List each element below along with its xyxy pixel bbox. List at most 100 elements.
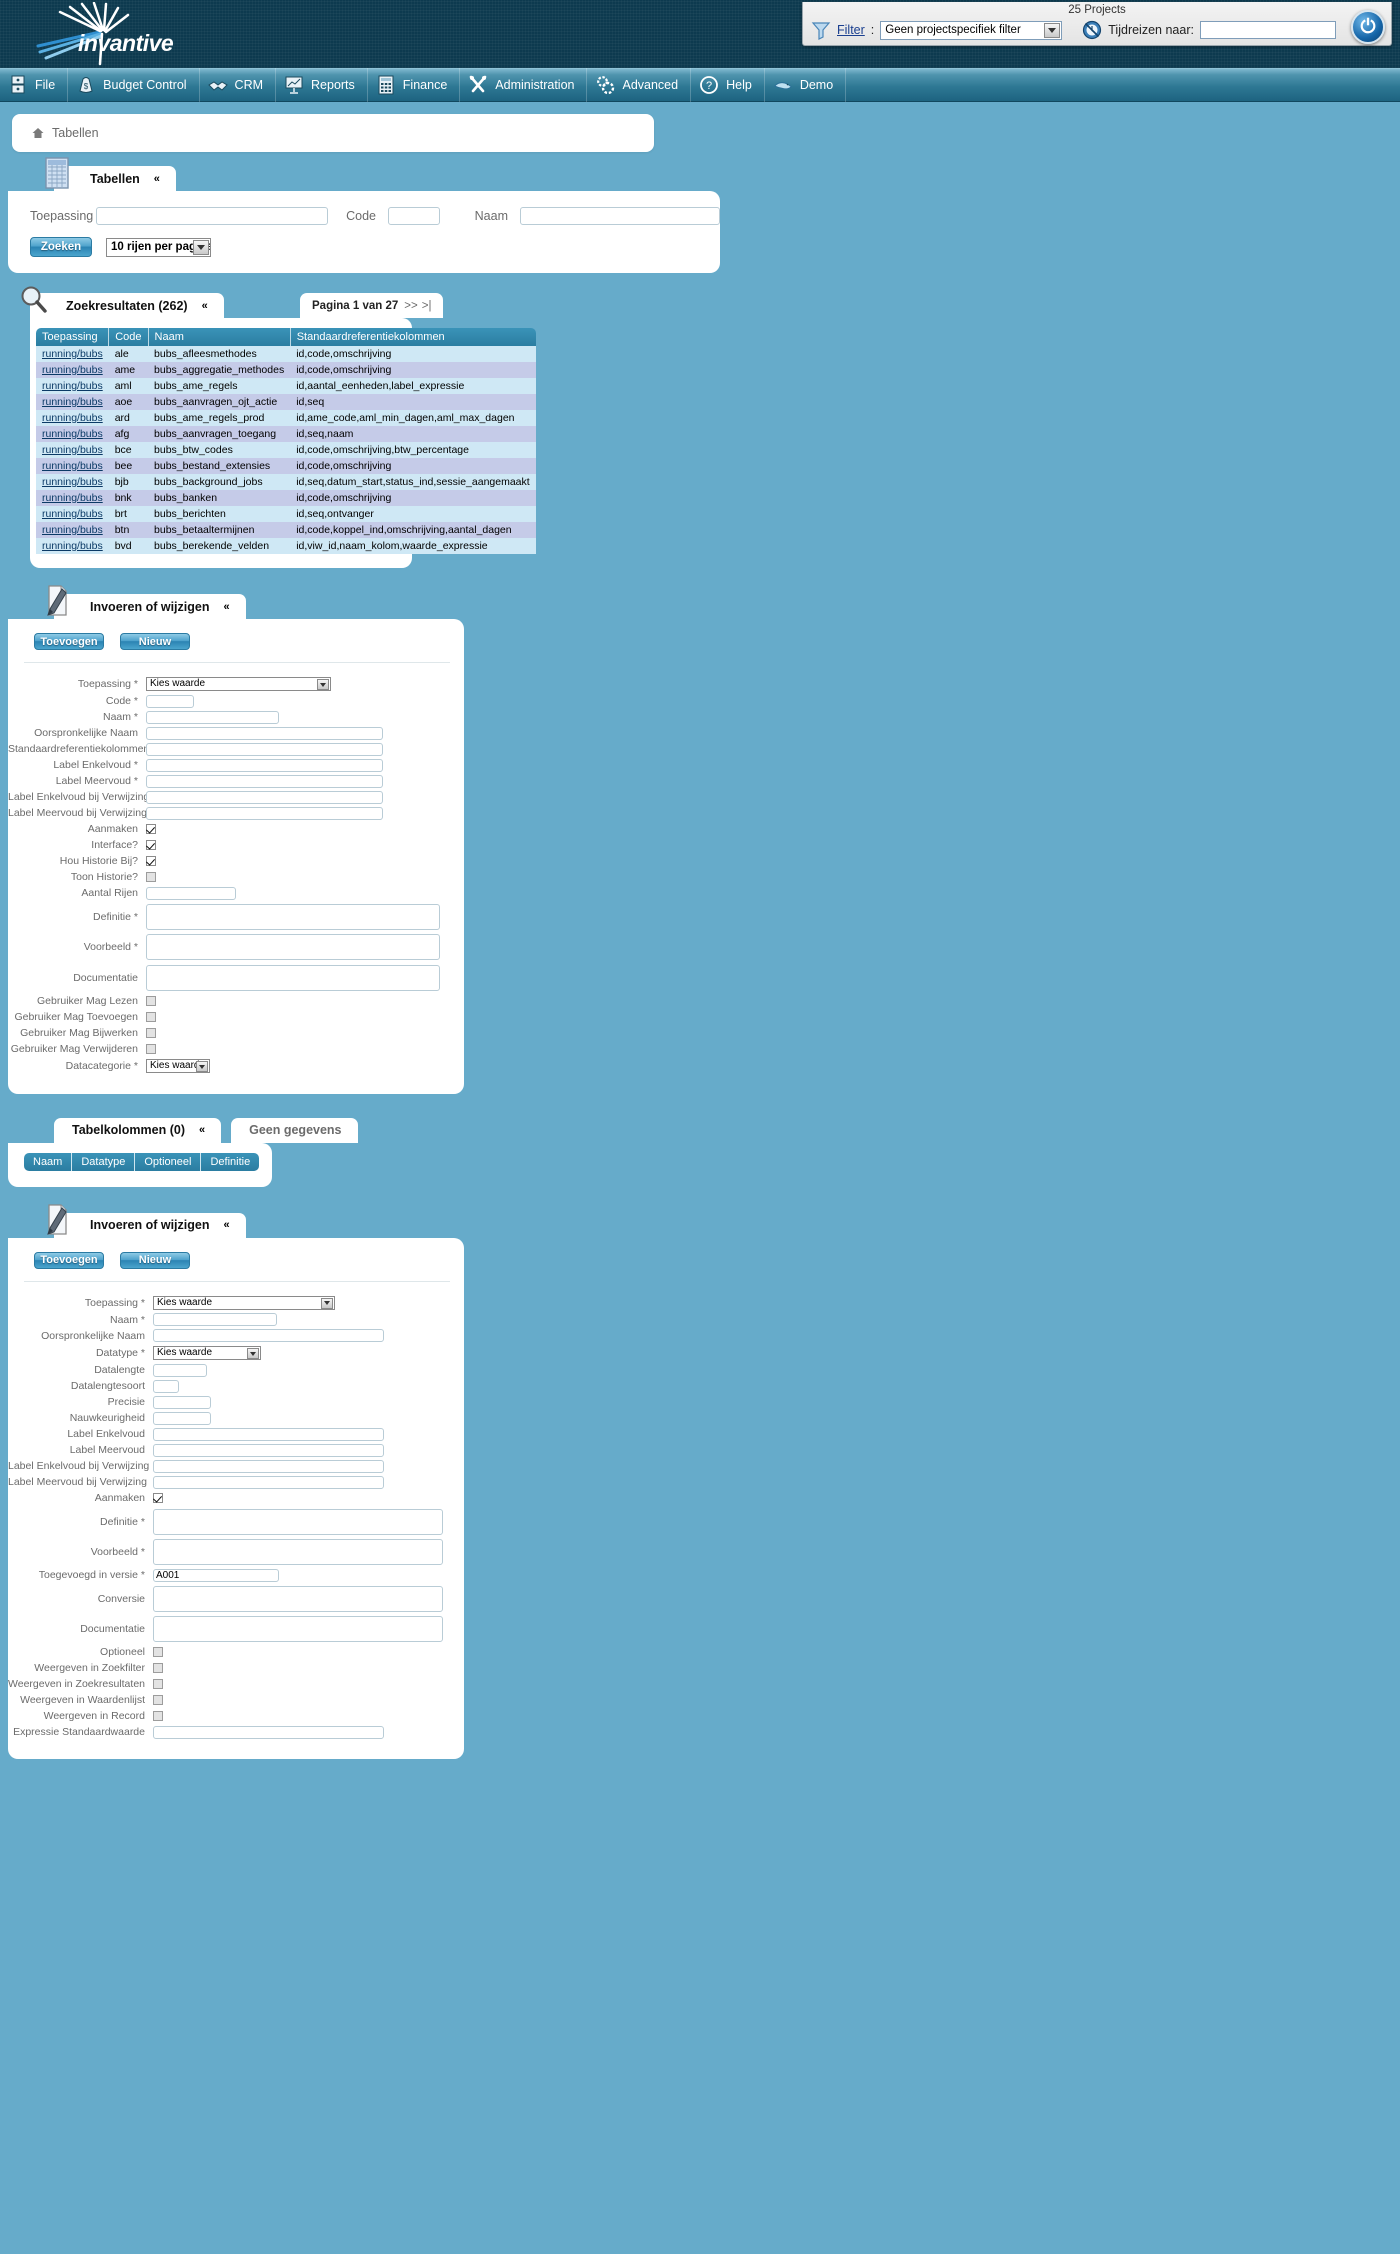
col-datatype[interactable]: Datatype <box>71 1152 136 1171</box>
menu-item-help[interactable]: ? Help <box>691 68 765 102</box>
chevron-down-icon[interactable] <box>321 1297 333 1309</box>
checkbox-gebruiker-mag-bijwerken[interactable] <box>146 1027 156 1038</box>
textarea-documentatie[interactable] <box>146 964 440 991</box>
toepassing-link[interactable]: running/bubs <box>42 444 103 456</box>
col-naam[interactable]: Naam <box>148 328 291 346</box>
toepassing-input[interactable] <box>96 207 328 225</box>
toepassing-link[interactable]: running/bubs <box>42 492 103 504</box>
chevron-down-icon[interactable] <box>193 239 209 255</box>
textarea-definitie[interactable] <box>146 903 440 930</box>
input-datalengtesoort[interactable] <box>153 1379 179 1393</box>
input-expressie-standaardwaarde[interactable] <box>153 1725 384 1739</box>
time-travel-input[interactable] <box>1199 21 1336 39</box>
nieuw-button-2[interactable]: Nieuw <box>120 1251 190 1269</box>
input-standaardreferentiekolommen[interactable] <box>146 742 383 756</box>
menu-item-advanced[interactable]: Advanced <box>587 68 692 102</box>
tab-invoeren-of-wijzigen-1[interactable]: Invoeren of wijzigen « <box>47 585 246 619</box>
tab-invoeren-of-wijzigen-2[interactable]: Invoeren of wijzigen « <box>47 1203 246 1238</box>
menu-item-administration[interactable]: Administration <box>460 68 588 102</box>
input-toegevoegd-in-versie[interactable] <box>153 1568 279 1582</box>
input-naam[interactable] <box>146 710 279 724</box>
select-toepassing[interactable]: Kies waarde <box>146 677 331 691</box>
toepassing-link[interactable]: running/bubs <box>42 348 103 360</box>
pager-last-button[interactable]: >| <box>422 300 432 312</box>
chevron-down-icon[interactable] <box>247 1348 259 1359</box>
toepassing-link[interactable]: running/bubs <box>42 460 103 472</box>
input-label-enkelvoud[interactable] <box>146 758 383 772</box>
naam-input[interactable] <box>520 207 720 225</box>
input-code[interactable] <box>146 694 194 708</box>
col-naam[interactable]: Naam <box>24 1152 73 1171</box>
select-datatype[interactable]: Kies waarde <box>153 1346 261 1360</box>
menu-item-crm[interactable]: CRM <box>200 68 277 102</box>
chevron-down-icon[interactable] <box>196 1061 208 1072</box>
zoeken-button[interactable]: Zoeken <box>30 237 92 257</box>
select-toepassing[interactable]: Kies waarde <box>153 1295 335 1310</box>
toepassing-link[interactable]: running/bubs <box>42 412 103 424</box>
toepassing-link[interactable]: running/bubs <box>42 396 103 408</box>
toepassing-link[interactable]: running/bubs <box>42 540 103 552</box>
toepassing-link[interactable]: running/bubs <box>42 508 103 520</box>
tab-zoekresultaten[interactable]: Zoekresultaten (262) « <box>21 286 224 318</box>
input-aantal-rijen[interactable] <box>146 886 236 900</box>
filter-link[interactable]: Filter <box>837 23 865 37</box>
col-definitie[interactable]: Definitie <box>200 1152 260 1171</box>
input-nauwkeurigheid[interactable] <box>153 1411 211 1425</box>
input-precisie[interactable] <box>153 1395 211 1409</box>
checkbox-gebruiker-mag-verwijderen[interactable] <box>146 1043 156 1054</box>
menu-item-budget-control[interactable]: $ Budget Control <box>68 68 200 102</box>
tab-geen-gegevens[interactable]: Geen gegevens <box>231 1117 358 1143</box>
select-datacategorie[interactable]: Kies waarde <box>146 1059 210 1073</box>
checkbox-aanmaken[interactable] <box>153 1493 163 1504</box>
input-label-meervoud[interactable] <box>153 1443 384 1457</box>
collapse-chevron-icon[interactable]: « <box>154 173 160 185</box>
col-standaardreferentiekolommen[interactable]: Standaardreferentiekolommen <box>290 328 536 346</box>
col-optioneel[interactable]: Optioneel <box>134 1152 202 1171</box>
collapse-chevron-icon[interactable]: « <box>223 1219 229 1231</box>
toepassing-link[interactable]: running/bubs <box>42 428 103 440</box>
checkbox-weergeven-in-zoekresultaten[interactable] <box>153 1679 163 1690</box>
input-oorspronkelijke-naam[interactable] <box>153 1329 384 1343</box>
toevoegen-button-2[interactable]: Toevoegen <box>34 1251 104 1269</box>
col-toepassing[interactable]: Toepassing <box>36 328 110 346</box>
collapse-chevron-icon[interactable]: « <box>199 1124 205 1136</box>
toevoegen-button-1[interactable]: Toevoegen <box>34 633 104 650</box>
menu-item-finance[interactable]: Finance <box>368 68 461 102</box>
toepassing-link[interactable]: running/bubs <box>42 364 103 376</box>
input-label-meervoud-bij-verwijzing[interactable] <box>146 806 383 820</box>
rows-per-page-select[interactable]: 10 rijen per pagina <box>106 237 211 257</box>
logout-power-button[interactable]: ⏻ <box>1351 10 1385 44</box>
input-datalengte[interactable] <box>153 1363 207 1377</box>
time-travel-icon[interactable] <box>1082 20 1102 40</box>
checkbox-optioneel[interactable] <box>153 1647 163 1658</box>
checkbox-weergeven-in-zoekfilter[interactable] <box>153 1663 163 1674</box>
collapse-chevron-icon[interactable]: « <box>223 601 229 613</box>
menu-item-file[interactable]: File <box>0 68 69 102</box>
input-label-enkelvoud-bij-verwijzing[interactable] <box>146 790 383 804</box>
home-icon[interactable] <box>32 127 44 139</box>
code-input[interactable] <box>388 207 440 225</box>
menu-item-demo[interactable]: Demo <box>765 68 847 102</box>
toepassing-link[interactable]: running/bubs <box>42 380 103 392</box>
checkbox-weergeven-in-waardenlijst[interactable] <box>153 1695 163 1706</box>
pager-next-button[interactable]: >> <box>404 300 417 312</box>
checkbox-weergeven-in-record[interactable] <box>153 1711 163 1722</box>
checkbox-aanmaken[interactable] <box>146 824 156 835</box>
checkbox-gebruiker-mag-toevoegen[interactable] <box>146 1011 156 1022</box>
textarea-conversie[interactable] <box>153 1585 443 1612</box>
project-filter-select[interactable]: Geen projectspecifiek filter <box>880 20 1063 40</box>
textarea-documentatie[interactable] <box>153 1616 443 1642</box>
input-label-enkelvoud[interactable] <box>153 1427 384 1441</box>
checkbox-toon-historie[interactable] <box>146 872 156 883</box>
input-label-enkelvoud-bij-verwijzing[interactable] <box>153 1459 384 1473</box>
tab-tabelkolommen[interactable]: Tabelkolommen (0) « <box>54 1117 222 1143</box>
tab-tabellen[interactable]: Tabellen « <box>45 157 176 191</box>
input-naam[interactable] <box>153 1313 277 1327</box>
nieuw-button-1[interactable]: Nieuw <box>120 633 190 650</box>
input-oorspronkelijke-naam[interactable] <box>146 726 383 740</box>
checkbox-gebruiker-mag-lezen[interactable] <box>146 995 156 1006</box>
textarea-voorbeeld[interactable] <box>153 1539 443 1565</box>
collapse-chevron-icon[interactable]: « <box>202 300 208 312</box>
chevron-down-icon[interactable] <box>317 679 329 690</box>
input-label-meervoud[interactable] <box>146 774 383 788</box>
